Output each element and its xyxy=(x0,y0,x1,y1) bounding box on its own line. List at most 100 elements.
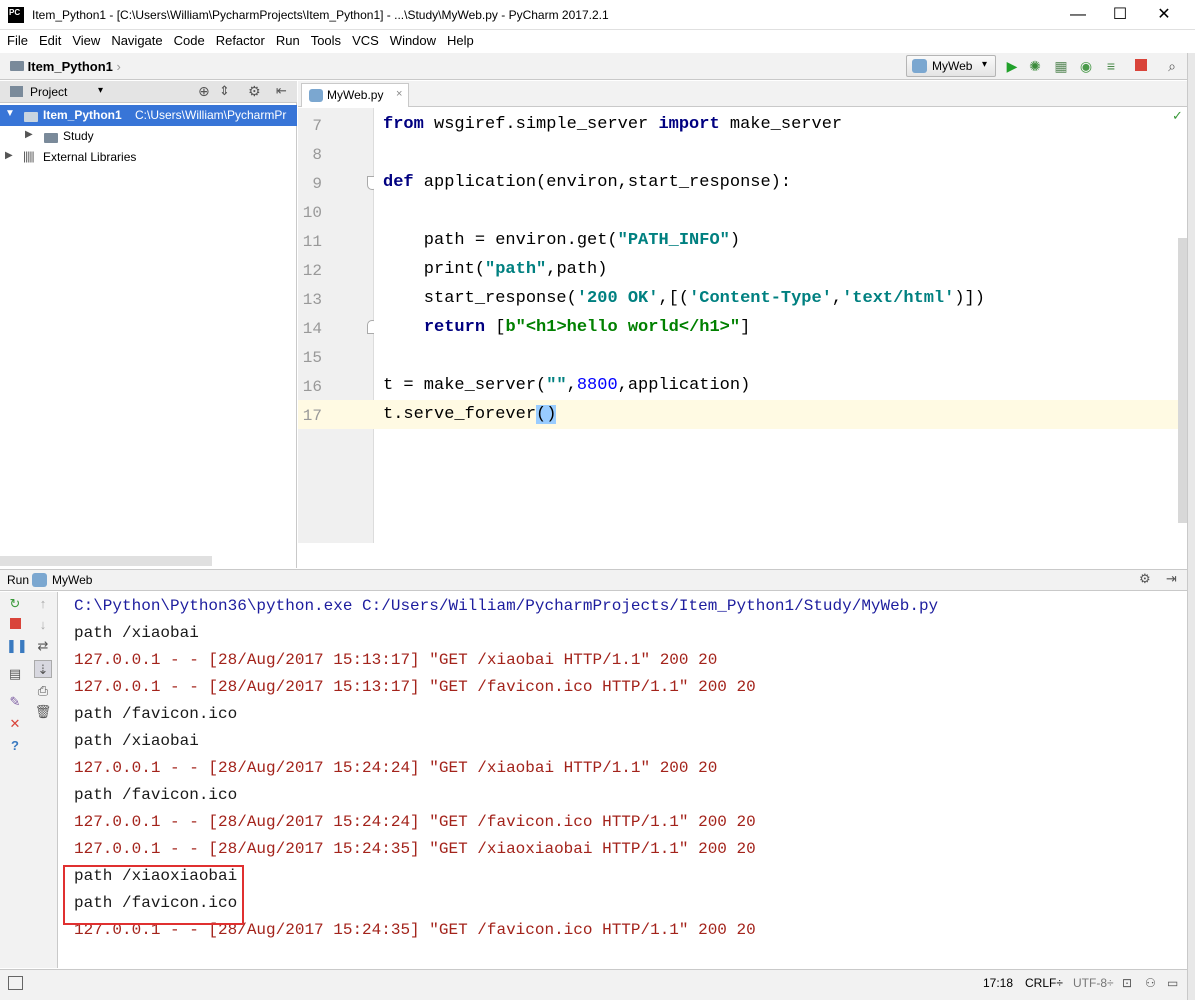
breadcrumb[interactable]: Item_Python1 › xyxy=(10,59,121,74)
run-config-dropdown[interactable]: MyWeb ▾ xyxy=(906,55,996,77)
navigation-bar: Item_Python1 › MyWeb ▾ ▶ ✺ ▦ ◉ ≡ ⌕ xyxy=(0,53,1187,80)
profile-icon[interactable]: ◉ xyxy=(1077,57,1095,75)
line-number-gutter: 7 8 9 10 11 12 13 14 15 16 17 xyxy=(298,108,378,543)
gear-icon[interactable]: ⚙ xyxy=(1139,571,1151,587)
stop-icon[interactable] xyxy=(6,616,24,634)
run-config-name: MyWeb xyxy=(52,573,93,587)
gear-icon[interactable]: ⚙ xyxy=(248,83,261,100)
annotation-highlight-box xyxy=(63,865,244,925)
line-number: 14 xyxy=(302,320,322,338)
project-panel: Project ▾ ⊕ ⇕ ⚙ ⇤ ▼ Item_Python1 C:\User… xyxy=(0,81,297,568)
collapse-icon[interactable]: ⇕ xyxy=(219,83,230,99)
line-separator[interactable]: CRLF÷ xyxy=(1025,976,1063,990)
tool-windows-icon[interactable] xyxy=(8,976,23,990)
status-bar: 17:18 CRLF÷ UTF-8÷ ⊡ ⚇ ▭ xyxy=(0,969,1187,1000)
chevron-right-icon: ▶ xyxy=(5,150,13,161)
chevron-down-icon[interactable]: ▾ xyxy=(98,85,103,96)
close-icon[interactable]: ✕ xyxy=(6,715,24,733)
hide-icon[interactable]: ⇥ xyxy=(1166,571,1177,587)
scroll-to-end-icon[interactable]: ⇣ xyxy=(34,660,52,678)
editor-tabs: MyWeb.py × xyxy=(298,81,1187,107)
menu-vcs[interactable]: VCS xyxy=(345,30,383,48)
console-line: 127.0.0.1 - - [28/Aug/2017 15:13:17] "GE… xyxy=(74,651,718,669)
code-line-14: return [b"<h1>hello world</h1>"] xyxy=(423,318,751,337)
run-panel-label[interactable]: Run xyxy=(7,573,29,587)
console-line: 127.0.0.1 - - [28/Aug/2017 15:24:35] "GE… xyxy=(74,840,756,858)
layout-icon[interactable]: ▤ xyxy=(6,665,24,683)
run-icon[interactable]: ▶ xyxy=(1003,57,1021,75)
pin-icon[interactable]: ✎ xyxy=(6,693,24,711)
console-line: path /xiaobai xyxy=(74,732,199,750)
locate-icon[interactable]: ⊕ xyxy=(198,83,210,100)
close-tab-icon[interactable]: × xyxy=(396,88,402,100)
project-panel-title[interactable]: Project xyxy=(30,85,67,99)
tree-item-external-libraries[interactable]: ▶ ||||| External Libraries xyxy=(0,147,297,168)
check-icon: ✓ xyxy=(1172,108,1183,123)
line-number: 10 xyxy=(302,204,322,222)
hide-icon[interactable]: ⇤ xyxy=(276,83,287,99)
code-line-13: start_response('200 OK',[('Content-Type'… xyxy=(383,289,985,308)
down-icon[interactable]: ↓ xyxy=(34,616,52,634)
tree-item-project-root[interactable]: ▼ Item_Python1 C:\Users\William\PycharmP… xyxy=(0,105,297,126)
coverage-icon[interactable]: ▦ xyxy=(1052,57,1070,75)
rerun-icon[interactable]: ↻ xyxy=(6,595,24,613)
search-icon[interactable]: ⌕ xyxy=(1163,57,1181,75)
line-number: 12 xyxy=(302,262,322,280)
menu-bar: File Edit View Navigate Code Refactor Run Tools… xyxy=(0,30,1195,52)
line-number: 7 xyxy=(312,117,322,135)
minimize-button[interactable]: — xyxy=(1055,0,1101,30)
help-icon[interactable]: ? xyxy=(6,737,24,755)
print-icon[interactable]: ⎙ xyxy=(34,682,52,700)
line-number: 13 xyxy=(302,291,322,309)
menu-window[interactable]: Window xyxy=(383,30,440,48)
code-line-17: t.serve_forever() xyxy=(383,405,557,424)
stop-icon[interactable] xyxy=(1132,57,1150,75)
inspector-icon[interactable]: ⚇ xyxy=(1145,976,1156,990)
chevron-down-icon: ▼ xyxy=(5,108,15,119)
menu-navigate[interactable]: Navigate xyxy=(104,30,166,48)
lock-icon[interactable]: ⊡ xyxy=(1122,976,1132,990)
menu-refactor[interactable]: Refactor xyxy=(209,30,269,48)
menu-file[interactable]: File xyxy=(0,30,32,48)
tree-item-study[interactable]: ▶ Study xyxy=(0,126,297,147)
chevron-right-icon: ▶ xyxy=(25,129,33,140)
menu-code[interactable]: Code xyxy=(167,30,209,48)
console-line: 127.0.0.1 - - [28/Aug/2017 15:24:24] "GE… xyxy=(74,813,756,831)
right-tool-strip xyxy=(1187,53,1195,1000)
library-icon: ||||| xyxy=(23,149,35,163)
close-button[interactable]: ✕ xyxy=(1141,0,1187,30)
menu-view[interactable]: View xyxy=(65,30,104,48)
cursor-position[interactable]: 17:18 xyxy=(983,976,1013,990)
event-log-icon[interactable]: ▭ xyxy=(1167,976,1178,990)
code-editor[interactable]: from wsgiref.simple_server import make_s… xyxy=(374,108,1187,543)
trash-icon[interactable]: 🗑 xyxy=(34,703,52,721)
run-panel-header: Run MyWeb ⚙ ⇥ xyxy=(0,569,1187,591)
line-number: 9 xyxy=(312,175,322,193)
tab-myweb-py[interactable]: MyWeb.py × xyxy=(301,83,409,107)
code-line-12: print("path",path) xyxy=(383,260,608,279)
file-encoding[interactable]: UTF-8÷ xyxy=(1073,976,1114,990)
menu-tools[interactable]: Tools xyxy=(304,30,345,48)
vertical-scrollbar[interactable] xyxy=(1178,238,1187,523)
tree-root-name: Item_Python1 xyxy=(43,108,122,122)
code-line-11: path = environ.get("PATH_INFO") xyxy=(383,231,741,250)
soft-wrap-icon[interactable]: ⇄ xyxy=(34,637,52,655)
menu-help[interactable]: Help xyxy=(440,30,478,48)
up-icon[interactable]: ↑ xyxy=(34,595,52,613)
debug-icon[interactable]: ✺ xyxy=(1026,57,1044,75)
menu-edit[interactable]: Edit xyxy=(32,30,65,48)
run-config-label: MyWeb xyxy=(932,59,973,73)
run-tasks-icon[interactable]: ≡ xyxy=(1102,57,1120,75)
maximize-button[interactable]: ☐ xyxy=(1097,0,1143,30)
window-title: Item_Python1 - [C:\Users\William\Pycharm… xyxy=(32,8,609,22)
tree-item-label: External Libraries xyxy=(43,150,137,164)
chevron-right-icon: › xyxy=(116,59,121,74)
code-line-9: def application(environ,start_response): xyxy=(383,173,792,192)
line-number: 15 xyxy=(302,349,322,367)
horizontal-scrollbar[interactable] xyxy=(0,556,212,566)
pause-icon[interactable]: ❚❚ xyxy=(6,637,28,655)
run-toolbar: ↻ ❚❚ ▤ ✎ ✕ ? ↑ ↓ ⇄ ⇣ ⎙ 🗑 xyxy=(0,592,58,968)
code-line-16: t = make_server("",8800,application) xyxy=(383,376,751,395)
line-number: 17 xyxy=(302,407,322,425)
menu-run[interactable]: Run xyxy=(269,30,304,48)
